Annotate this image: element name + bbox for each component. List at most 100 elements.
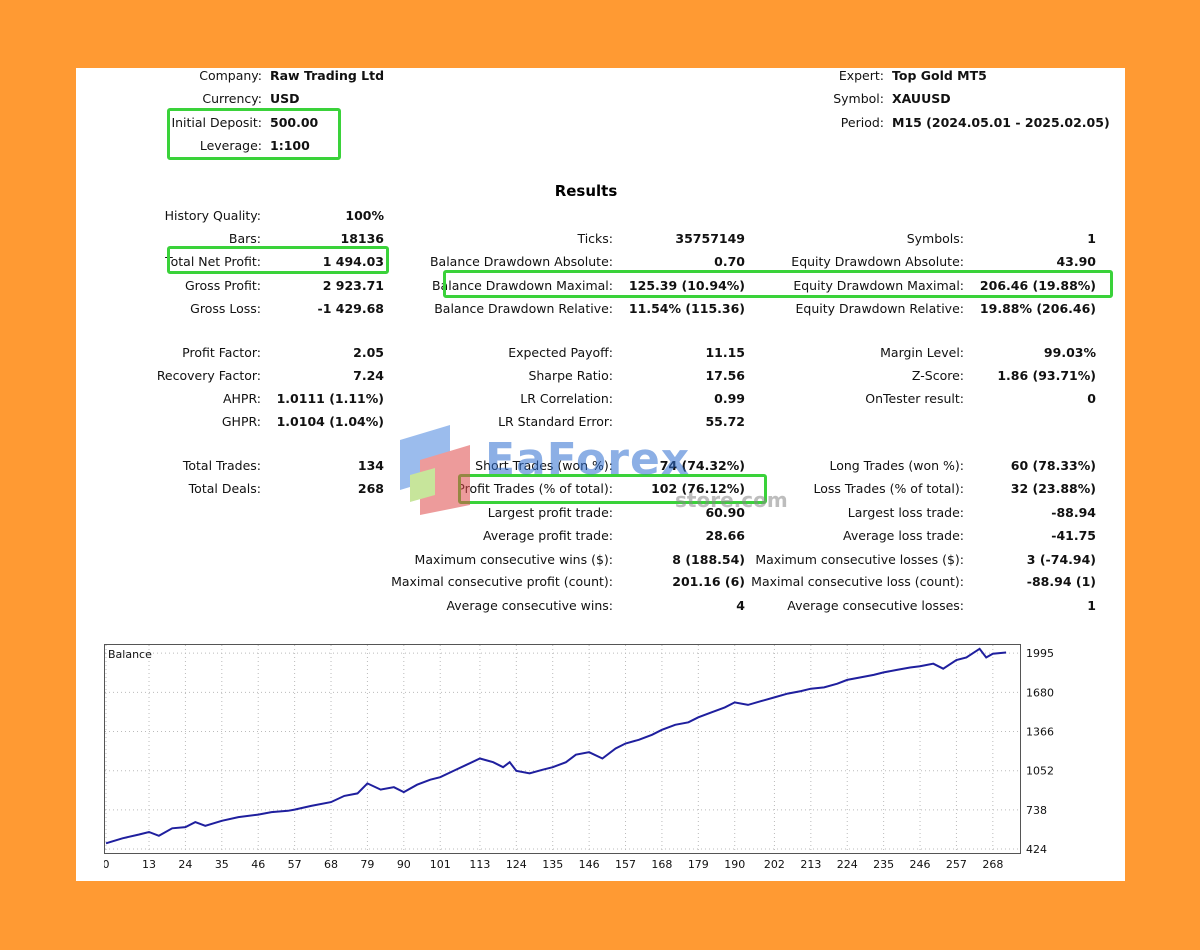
x-tick-label: 168 bbox=[651, 858, 672, 871]
total-trades-label: Total Trades: bbox=[182, 458, 261, 473]
max-consec-wins-label: Maximum consecutive wins ($): bbox=[414, 552, 613, 567]
loss-trades-value: 32 (23.88%) bbox=[1010, 481, 1096, 496]
expert-label: Expert: bbox=[838, 68, 884, 83]
gross-profit-value: 2 923.71 bbox=[322, 278, 384, 293]
y-tick-label: 1052 bbox=[1026, 765, 1054, 778]
avg-profit-label: Average profit trade: bbox=[482, 528, 613, 543]
bars-value: 18136 bbox=[340, 231, 385, 246]
x-tick-label: 57 bbox=[288, 858, 302, 871]
equity-dd-rel-label: Equity Drawdown Relative: bbox=[795, 301, 964, 316]
symbol-value: XAUUSD bbox=[892, 91, 951, 106]
recovery-factor-value: 7.24 bbox=[353, 368, 384, 383]
ontester-value: 0 bbox=[1087, 391, 1096, 406]
x-tick-label: 246 bbox=[910, 858, 931, 871]
ticks-label: Ticks: bbox=[577, 231, 613, 246]
expected-payoff-value: 11.15 bbox=[705, 345, 745, 360]
maximal-consec-loss-label: Maximal consecutive loss (count): bbox=[751, 574, 964, 589]
x-tick-label: 235 bbox=[873, 858, 894, 871]
equity-dd-max-value: 206.46 (19.88%) bbox=[979, 278, 1096, 293]
max-consec-losses-label: Maximum consecutive losses ($): bbox=[755, 552, 964, 567]
avg-profit-value: 28.66 bbox=[705, 528, 745, 543]
x-tick-label: 90 bbox=[397, 858, 411, 871]
x-tick-label: 268 bbox=[982, 858, 1003, 871]
x-tick-label: 35 bbox=[215, 858, 229, 871]
x-tick-label: 179 bbox=[688, 858, 709, 871]
margin-level-value: 99.03% bbox=[1043, 345, 1096, 360]
net-profit-highlight-box bbox=[167, 246, 389, 274]
largest-loss-value: -88.94 bbox=[1051, 505, 1096, 520]
company-value: Raw Trading Ltd bbox=[270, 68, 385, 83]
ghpr-label: GHPR: bbox=[221, 414, 261, 429]
expert-value: Top Gold MT5 bbox=[892, 68, 987, 83]
maximal-consec-loss-value: -88.94 (1) bbox=[1026, 574, 1096, 589]
results-title: Results bbox=[554, 182, 618, 200]
sharpe-ratio-value: 17.56 bbox=[705, 368, 745, 383]
largest-profit-value: 60.90 bbox=[705, 505, 745, 520]
x-tick-label: 135 bbox=[542, 858, 563, 871]
balance-dd-abs-label: Balance Drawdown Absolute: bbox=[429, 254, 613, 269]
x-tick-label: 224 bbox=[837, 858, 858, 871]
maximal-consec-profit-label: Maximal consecutive profit (count): bbox=[391, 574, 613, 589]
lr-correlation-value: 0.99 bbox=[714, 391, 745, 406]
lr-correlation-label: LR Correlation: bbox=[520, 391, 613, 406]
profit-trades-highlight-box bbox=[458, 474, 767, 504]
x-tick-label: 13 bbox=[142, 858, 156, 871]
symbol-label: Symbol: bbox=[833, 91, 884, 106]
total-deals-value: 268 bbox=[357, 481, 384, 496]
x-tick-label: 0 bbox=[104, 858, 110, 871]
period-value: M15 (2024.05.01 - 2025.02.05) bbox=[892, 115, 1110, 130]
lr-std-error-value: 55.72 bbox=[705, 414, 745, 429]
company-label: Company: bbox=[199, 68, 262, 83]
ontester-label: OnTester result: bbox=[865, 391, 964, 406]
max-consec-losses-value: 3 (-74.94) bbox=[1026, 552, 1096, 567]
x-tick-label: 79 bbox=[360, 858, 374, 871]
maximal-consec-profit-value: 201.16 (6) bbox=[672, 574, 745, 589]
history-quality-label: History Quality: bbox=[164, 208, 261, 223]
avg-consec-wins-label: Average consecutive wins: bbox=[446, 598, 613, 613]
gross-profit-label: Gross Profit: bbox=[184, 278, 261, 293]
y-tick-label: 1366 bbox=[1026, 726, 1054, 739]
symbols-label: Symbols: bbox=[906, 231, 964, 246]
x-tick-label: 257 bbox=[946, 858, 967, 871]
symbols-value: 1 bbox=[1087, 231, 1096, 246]
deposit-highlight-box bbox=[167, 108, 341, 160]
x-tick-label: 202 bbox=[764, 858, 785, 871]
total-trades-value: 134 bbox=[357, 458, 384, 473]
plot-frame bbox=[104, 644, 1021, 854]
z-score-value: 1.86 (93.71%) bbox=[997, 368, 1096, 383]
x-tick-label: 24 bbox=[178, 858, 192, 871]
short-trades-label: Short Trades (won %): bbox=[475, 458, 613, 473]
long-trades-label: Long Trades (won %): bbox=[829, 458, 964, 473]
equity-dd-abs-value: 43.90 bbox=[1056, 254, 1096, 269]
largest-profit-label: Largest profit trade: bbox=[487, 505, 613, 520]
history-quality-value: 100% bbox=[345, 208, 384, 223]
recovery-factor-label: Recovery Factor: bbox=[156, 368, 261, 383]
ticks-value: 35757149 bbox=[675, 231, 745, 246]
equity-dd-rel-value: 19.88% (206.46) bbox=[979, 301, 1096, 316]
period-label: Period: bbox=[840, 115, 884, 130]
x-tick-label: 46 bbox=[251, 858, 265, 871]
y-tick-label: 1680 bbox=[1026, 686, 1054, 699]
short-trades-value: 74 (74.32%) bbox=[659, 458, 745, 473]
y-tick-label: 738 bbox=[1026, 804, 1047, 817]
balance-dd-rel-value: 11.54% (115.36) bbox=[628, 301, 745, 316]
y-tick-label: 424 bbox=[1026, 843, 1047, 856]
chart-title: Balance bbox=[108, 648, 152, 661]
x-tick-label: 213 bbox=[800, 858, 821, 871]
profit-factor-label: Profit Factor: bbox=[182, 345, 261, 360]
currency-value: USD bbox=[270, 91, 300, 106]
x-tick-label: 101 bbox=[430, 858, 451, 871]
expected-payoff-label: Expected Payoff: bbox=[508, 345, 613, 360]
lr-std-error-label: LR Standard Error: bbox=[498, 414, 613, 429]
total-deals-label: Total Deals: bbox=[188, 481, 261, 496]
largest-loss-label: Largest loss trade: bbox=[847, 505, 964, 520]
avg-loss-label: Average loss trade: bbox=[843, 528, 964, 543]
x-tick-label: 124 bbox=[506, 858, 527, 871]
balance-chart: 0 13 24 35 46 57 68 79 90 101 113 124 135 146 157 168 17… bbox=[103, 644, 1094, 877]
max-consec-wins-value: 8 (188.54) bbox=[672, 552, 745, 567]
avg-consec-wins-value: 4 bbox=[736, 598, 745, 613]
balance-chart-svg: 0 13 24 35 46 57 68 79 90 101 113 124 135 146 157 168 17… bbox=[103, 644, 1054, 871]
avg-consec-losses-value: 1 bbox=[1087, 598, 1096, 613]
z-score-label: Z-Score: bbox=[911, 368, 964, 383]
long-trades-value: 60 (78.33%) bbox=[1010, 458, 1096, 473]
